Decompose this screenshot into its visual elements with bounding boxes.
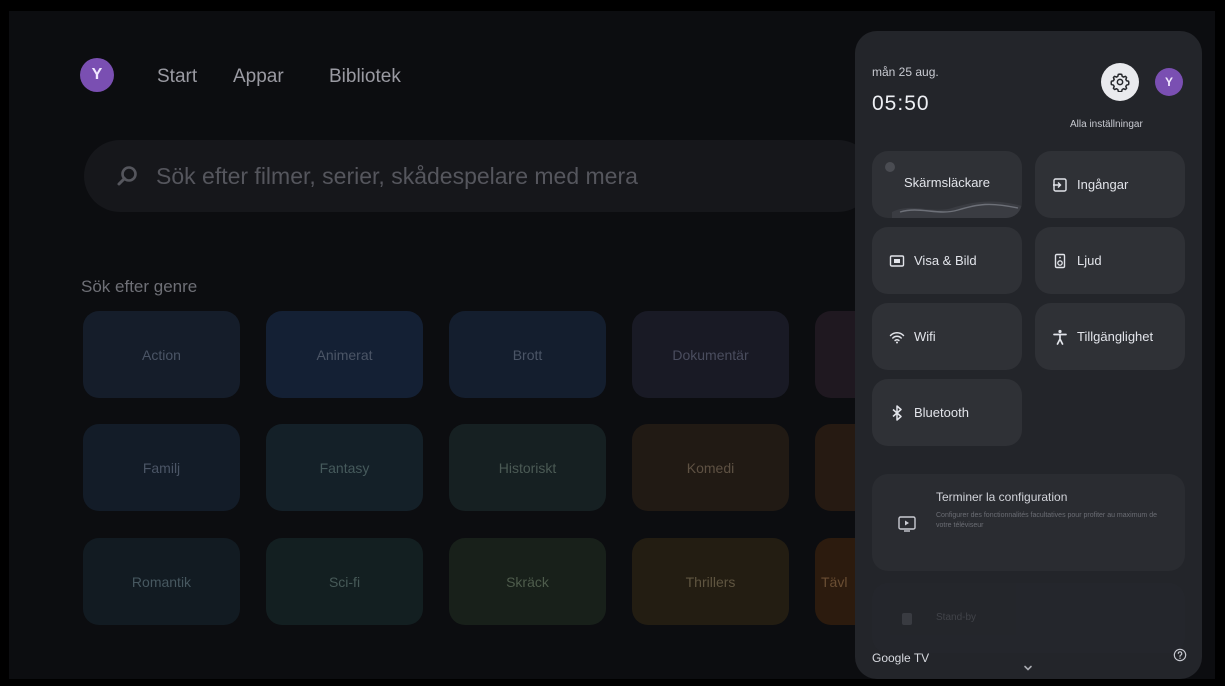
inputs-tile[interactable]: Ingångar — [1035, 151, 1185, 218]
toggle-indicator — [885, 162, 895, 172]
panel-profile-avatar[interactable]: Y — [1155, 68, 1183, 96]
bluetooth-label: Bluetooth — [914, 405, 969, 420]
genre-tile-romance[interactable]: Romantik — [83, 538, 240, 625]
nav-tab-start[interactable]: Start — [157, 66, 197, 88]
profile-avatar[interactable]: Y — [80, 58, 114, 92]
screensaver-tile[interactable]: Skärmsläckare — [872, 151, 1022, 218]
sound-label: Ljud — [1077, 253, 1102, 268]
finish-setup-card[interactable]: Terminer la configuration Configurer des… — [872, 474, 1185, 571]
bluetooth-tile[interactable]: Bluetooth — [872, 379, 1022, 446]
nav-tab-apps[interactable]: Appar — [233, 66, 284, 88]
tv-setup-icon — [898, 516, 916, 532]
search-icon — [117, 166, 137, 186]
panel-time: 05:50 — [872, 92, 930, 115]
input-icon — [1051, 176, 1069, 194]
bluetooth-icon — [888, 404, 906, 422]
display-label: Visa & Bild — [914, 253, 977, 268]
standby-label: Stand-by — [936, 612, 977, 623]
genre-tile-fantasy[interactable]: Fantasy — [266, 424, 423, 511]
genre-tile-historical[interactable]: Historiskt — [449, 424, 606, 511]
genre-tile-comedy[interactable]: Komedi — [632, 424, 789, 511]
genre-tile-horror[interactable]: Skräck — [449, 538, 606, 625]
genre-tile-documentary[interactable]: Dokumentär — [632, 311, 789, 398]
gear-icon — [1110, 73, 1130, 92]
tv-screen: Y Start Appar Bibliotek Sök efter filmer… — [9, 11, 1215, 679]
search-placeholder: Sök efter filmer, serier, skådespelare m… — [156, 163, 638, 189]
sound-tile[interactable]: Ljud — [1035, 227, 1185, 294]
nav-tab-library[interactable]: Bibliotek — [329, 66, 401, 88]
genre-tile-family[interactable]: Familj — [83, 424, 240, 511]
display-icon — [888, 252, 906, 270]
wifi-icon — [888, 328, 906, 346]
display-picture-tile[interactable]: Visa & Bild — [872, 227, 1022, 294]
inputs-label: Ingångar — [1077, 177, 1129, 192]
speaker-icon — [1051, 252, 1069, 270]
genre-tile-scifi[interactable]: Sci-fi — [266, 538, 423, 625]
all-settings-button[interactable] — [1101, 63, 1139, 101]
standby-item[interactable]: Stand-by — [872, 583, 1185, 653]
accessibility-label: Tillgänglighet — [1077, 329, 1154, 344]
screensaver-label: Skärmsläckare — [904, 175, 990, 190]
genre-tile-animated[interactable]: Animerat — [266, 311, 423, 398]
genre-heading: Sök efter genre — [81, 277, 198, 296]
genre-tile-crime[interactable]: Brott — [449, 311, 606, 398]
search-bar[interactable]: Sök efter filmer, serier, skådespelare m… — [84, 140, 874, 212]
genre-tile-thrillers[interactable]: Thrillers — [632, 538, 789, 625]
panel-date: mån 25 aug. — [872, 65, 939, 79]
finish-setup-description: Configurer des fonctionnalités facultati… — [936, 512, 1157, 529]
google-tv-brand: Google TV — [872, 651, 930, 665]
all-settings-label: Alla inställningar — [1070, 119, 1143, 130]
wifi-tile[interactable]: Wifi — [872, 303, 1022, 370]
finish-setup-title: Terminer la configuration — [936, 490, 1068, 504]
standby-icon — [902, 613, 912, 625]
wave-graphic — [892, 201, 1022, 218]
quick-settings-panel: mån 25 aug. 05:50 Y Alla inställningar S… — [855, 31, 1202, 679]
chevron-down-icon — [1024, 665, 1032, 671]
genre-tile-action[interactable]: Action — [83, 311, 240, 398]
wifi-label: Wifi — [914, 329, 936, 344]
accessibility-icon — [1051, 328, 1069, 346]
accessibility-tile[interactable]: Tillgänglighet — [1035, 303, 1185, 370]
help-icon[interactable] — [1173, 648, 1187, 662]
